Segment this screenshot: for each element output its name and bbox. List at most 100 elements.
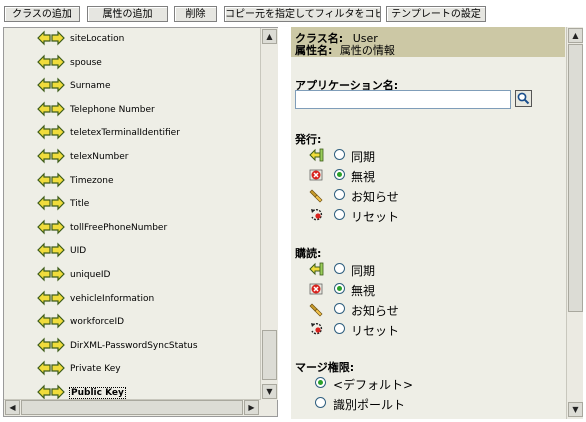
tree-item[interactable]: Timezone [4, 170, 260, 192]
tree-item[interactable]: spouse [4, 52, 260, 74]
tree-item-label: UID [70, 246, 87, 257]
attribute-icon [37, 359, 65, 377]
notify-icon [309, 301, 325, 317]
add-attribute-button[interactable]: 属性の追加 [87, 6, 168, 22]
subscribe-radio[interactable] [334, 263, 345, 274]
publish-radio[interactable] [334, 149, 345, 160]
tree-item-label: telexNumber [70, 152, 129, 162]
delete-button[interactable]: 削除 [174, 6, 217, 22]
tree-item[interactable]: DirXML-PasswordSyncStatus [4, 335, 260, 357]
attribute-tree-pane: siteLocation spouse Surname Telephone Numbe… [3, 27, 278, 417]
tree-item[interactable]: Title [4, 193, 260, 215]
attribute-icon [37, 123, 65, 141]
merge-option-label: 識別ポールト [333, 398, 406, 412]
attribute-icon [37, 171, 65, 189]
publish-radio[interactable] [334, 169, 345, 180]
scroll-down-arrow-icon[interactable]: ▼ [262, 384, 277, 399]
details-header: クラス名: User 属性名: 属性の情報 [291, 27, 565, 57]
tree-item[interactable]: Telephone Number [4, 99, 260, 121]
attribute-icon [37, 147, 65, 165]
publish-option[interactable]: 無視 [291, 165, 561, 185]
reset-icon [309, 207, 325, 223]
publish-radio[interactable] [334, 189, 345, 200]
merge-option-label: <デフォルト> [333, 378, 414, 392]
subscribe-option-label: お知らせ [351, 304, 399, 318]
subscribe-option[interactable]: お知らせ [291, 299, 561, 319]
publish-option[interactable]: お知らせ [291, 185, 561, 205]
subscribe-option[interactable]: 同期 [291, 259, 561, 279]
subscribe-option[interactable]: 無視 [291, 279, 561, 299]
publish-option[interactable]: 同期 [291, 145, 561, 165]
publish-radio[interactable] [334, 209, 345, 220]
attribute-icon [37, 29, 65, 47]
tree-item-label: Telephone Number [70, 104, 155, 115]
tree-item[interactable]: uniqueID [4, 264, 260, 286]
tree-item-label: teletexTerminalIdentifier [70, 128, 180, 139]
attribute-icon [37, 100, 65, 118]
details-vertical-scrollbar[interactable]: ▲ ▼ [566, 27, 583, 419]
tree-item-label: vehicleInformation [70, 293, 155, 304]
notify-icon [309, 187, 325, 203]
merge-radio[interactable] [315, 397, 326, 408]
attribute-icon [37, 194, 65, 212]
tree-horizontal-scrollbar[interactable]: ◀ ▶ [4, 399, 260, 416]
tree-item-label: Private Key [70, 364, 121, 375]
tree-item[interactable]: UID [4, 240, 260, 262]
attribute-name-label: 属性名: [295, 44, 333, 57]
publish-option-label: 無視 [351, 170, 376, 184]
tree-item[interactable]: teletexTerminalIdentifier [4, 122, 260, 144]
scroll-up-arrow-icon[interactable]: ▲ [262, 29, 277, 44]
publish-option[interactable]: リセット [291, 205, 561, 225]
scroll-right-arrow-icon[interactable]: ▶ [244, 400, 259, 415]
tree-item-label: spouse [70, 57, 102, 68]
subscribe-option-label: リセット [351, 324, 400, 338]
tree-item[interactable]: Surname [4, 75, 260, 97]
sync-icon [309, 261, 325, 277]
attribute-list: siteLocation spouse Surname Telephone Numbe… [4, 28, 260, 400]
ignore-icon [309, 167, 325, 183]
toolbar: クラスの追加 属性の追加 削除 コピー元を指定してフィルタをコピー... テンプ… [0, 0, 586, 26]
tree-hscroll-thumb[interactable] [21, 400, 243, 415]
tree-item[interactable]: tollFreePhoneNumber [4, 217, 260, 239]
attribute-icon [37, 289, 65, 307]
subscribe-radio[interactable] [334, 323, 345, 334]
attribute-details-pane: クラス名: User 属性名: 属性の情報 アプリケーション名: 発行: 同期無… [291, 27, 583, 419]
tree-item[interactable]: Public Key [4, 382, 260, 400]
details-scroll-down-arrow-icon[interactable]: ▼ [568, 402, 583, 417]
template-settings-button[interactable]: テンプレートの設定 [386, 6, 486, 22]
tree-vertical-scrollbar[interactable]: ▲ ▼ [260, 28, 278, 400]
tree-item[interactable]: Private Key [4, 358, 260, 380]
tree-scroll-thumb[interactable] [262, 330, 277, 380]
attribute-icon [37, 383, 65, 400]
tree-item-label: workforceID [70, 317, 125, 328]
attribute-icon [37, 265, 65, 283]
tree-item[interactable]: vehicleInformation [4, 288, 260, 310]
publish-option-label: お知らせ [351, 190, 399, 204]
attribute-icon [37, 218, 65, 236]
tree-item-label: Timezone [70, 175, 114, 186]
application-name-input[interactable] [295, 90, 511, 109]
search-button[interactable] [515, 90, 532, 107]
subscribe-option[interactable]: リセット [291, 319, 561, 339]
attribute-icon [37, 53, 65, 71]
attribute-icon [37, 241, 65, 259]
add-class-button[interactable]: クラスの追加 [4, 6, 80, 22]
merge-option[interactable]: 識別ポールト [291, 393, 561, 413]
merge-radio[interactable] [315, 377, 326, 388]
merge-option[interactable]: <デフォルト> [291, 373, 561, 393]
details-scroll-up-arrow-icon[interactable]: ▲ [568, 28, 583, 43]
subscribe-radio[interactable] [334, 303, 345, 314]
attribute-name-value: 属性の情報 [339, 44, 395, 57]
attribute-icon [37, 336, 65, 354]
tree-item-label: tollFreePhoneNumber [70, 222, 168, 233]
tree-item-label: Title [70, 199, 90, 210]
subscribe-radio[interactable] [334, 283, 345, 294]
ignore-icon [309, 281, 325, 297]
tree-item-label: Surname [70, 81, 111, 92]
tree-item[interactable]: workforceID [4, 311, 260, 333]
tree-item[interactable]: telexNumber [4, 146, 260, 168]
copy-filter-button[interactable]: コピー元を指定してフィルタをコピー... [224, 6, 381, 22]
details-scroll-thumb[interactable] [568, 44, 583, 312]
tree-item[interactable]: siteLocation [4, 28, 260, 50]
scroll-left-arrow-icon[interactable]: ◀ [5, 400, 20, 415]
